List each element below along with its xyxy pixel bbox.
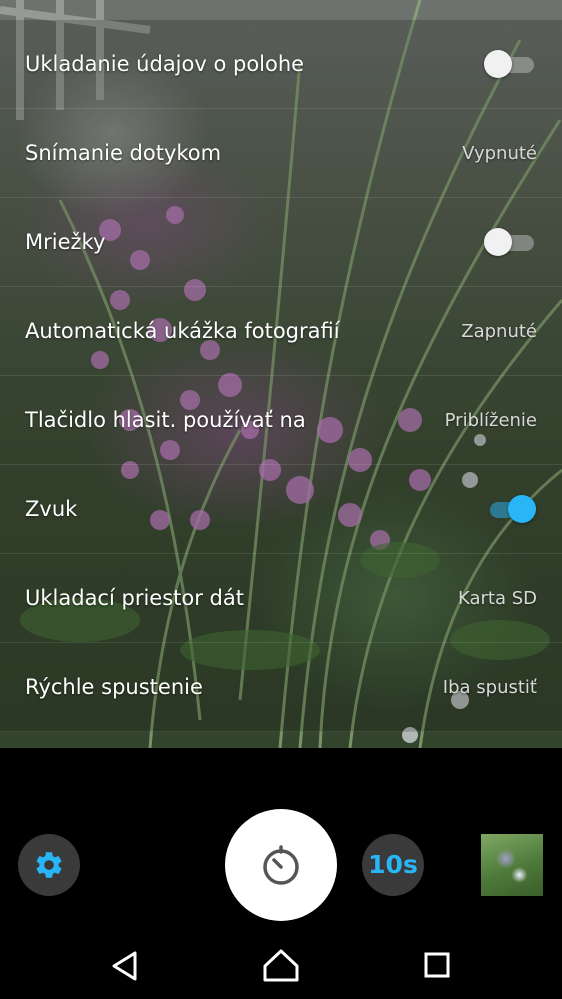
setting-location-tags[interactable]: Ukladanie údajov o polohe <box>0 20 562 109</box>
setting-value: Priblíženie <box>444 410 537 431</box>
setting-volume-key[interactable]: Tlačidlo hlasit. používať na Priblíženie <box>0 376 562 465</box>
setting-touch-capture[interactable]: Snímanie dotykom Vypnuté <box>0 109 562 198</box>
grid-lines-toggle[interactable] <box>484 228 536 256</box>
recents-square-icon <box>424 952 450 978</box>
setting-grid-lines[interactable]: Mriežky <box>0 198 562 287</box>
setting-label: Ukladanie údajov o polohe <box>25 52 305 76</box>
recents-button[interactable] <box>417 946 457 986</box>
gear-icon <box>36 852 62 878</box>
setting-value: Iba spustiť <box>442 677 537 698</box>
system-nav-bar <box>0 932 562 999</box>
toggle-thumb <box>484 228 512 256</box>
location-toggle[interactable] <box>484 50 536 78</box>
gallery-thumbnail[interactable] <box>481 834 543 896</box>
setting-label: Snímanie dotykom <box>25 141 222 165</box>
camera-control-bar: 10s <box>0 748 562 932</box>
setting-value: Zapnuté <box>461 321 537 342</box>
camera-settings-list: Ukladanie údajov o polohe Snímanie dotyk… <box>0 20 562 732</box>
toggle-thumb <box>508 495 536 523</box>
setting-label: Tlačidlo hlasit. používať na <box>25 408 306 432</box>
sound-toggle[interactable] <box>484 495 536 523</box>
toggle-thumb <box>484 50 512 78</box>
setting-quick-launch[interactable]: Rýchle spustenie Iba spustiť <box>0 643 562 732</box>
setting-data-storage[interactable]: Ukladací priestor dát Karta SD <box>0 554 562 643</box>
back-triangle-icon <box>112 951 137 981</box>
timer-duration-button[interactable]: 10s <box>362 834 424 896</box>
back-button[interactable] <box>105 946 145 986</box>
settings-button[interactable] <box>18 834 80 896</box>
setting-sound[interactable]: Zvuk <box>0 465 562 554</box>
self-timer-icon <box>263 845 299 885</box>
home-icon <box>263 949 299 982</box>
setting-label: Mriežky <box>25 230 106 254</box>
setting-label: Rýchle spustenie <box>25 675 203 699</box>
setting-label: Ukladací priestor dát <box>25 586 244 610</box>
setting-value: Vypnuté <box>462 143 537 164</box>
setting-auto-photo-review[interactable]: Automatická ukážka fotografií Zapnuté <box>0 287 562 376</box>
shutter-button[interactable] <box>225 809 337 921</box>
setting-label: Zvuk <box>25 497 78 521</box>
setting-label: Automatická ukážka fotografií <box>25 319 340 343</box>
home-button[interactable] <box>261 946 301 986</box>
setting-value: Karta SD <box>457 588 537 609</box>
